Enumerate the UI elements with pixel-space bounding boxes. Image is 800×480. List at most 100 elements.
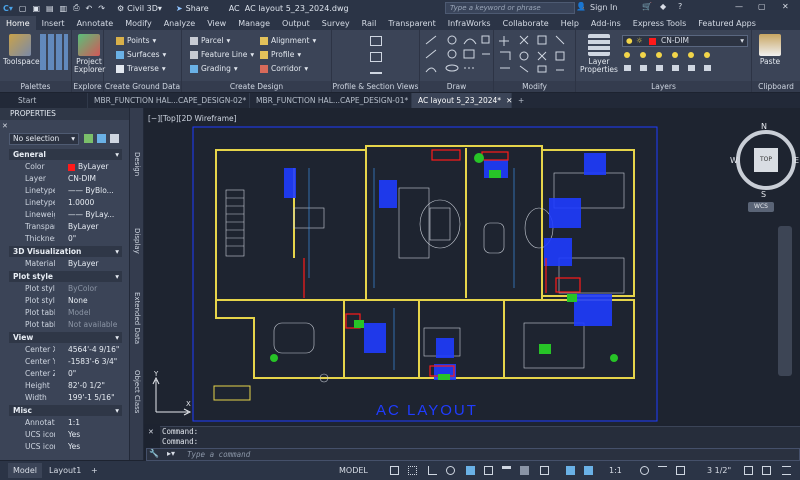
traverse-button[interactable]: Traverse ▾ xyxy=(116,64,166,73)
section-visualization[interactable]: 3D Visualization ▾ xyxy=(9,246,122,257)
model-tab[interactable]: Model xyxy=(8,463,43,478)
tab-rail[interactable]: Rail xyxy=(356,16,383,30)
tab-analyze[interactable]: Analyze xyxy=(158,16,202,30)
property-row[interactable]: Color ByLayer xyxy=(9,161,122,173)
surfaces-button[interactable]: Surfaces ▾ xyxy=(116,50,166,59)
property-row[interactable]: Annotatio... 1:1 xyxy=(9,417,122,429)
units-readout[interactable]: 3 1/2" xyxy=(702,463,736,478)
drawing-viewport[interactable]: AC LAYOUT TOP N S E W WCS Y X xyxy=(144,108,800,424)
quick-select-icon[interactable] xyxy=(110,134,119,143)
property-row[interactable]: Layer CN-DIM xyxy=(9,173,122,185)
parcel-button[interactable]: Parcel ▾ xyxy=(190,36,230,45)
file-tab-active[interactable]: AC layout 5_23_2024* ✕ xyxy=(412,93,512,108)
navigation-bar[interactable] xyxy=(778,226,792,376)
wcs-menu[interactable]: WCS xyxy=(748,202,774,212)
layer-dropdown[interactable]: ● ☼ CN-DIM ▾ xyxy=(622,35,748,47)
osnap-icon[interactable] xyxy=(466,466,475,475)
section-view-icon[interactable] xyxy=(370,52,382,62)
tab-manage[interactable]: Manage xyxy=(232,16,276,30)
palette-icons[interactable] xyxy=(40,34,68,70)
points-button[interactable]: Points ▾ xyxy=(116,36,156,45)
polar-icon[interactable] xyxy=(446,466,455,475)
tab-modify[interactable]: Modify xyxy=(119,16,158,30)
alignment-button[interactable]: Alignment ▾ xyxy=(260,36,316,45)
tab-view[interactable]: View xyxy=(201,16,232,30)
property-row[interactable]: Material ByLayer xyxy=(9,258,122,270)
minimize-icon[interactable]: — xyxy=(735,2,743,11)
property-row[interactable]: Plot style... None xyxy=(9,295,122,307)
plus-icon[interactable] xyxy=(658,466,667,475)
snap-icon[interactable] xyxy=(408,466,417,475)
feature-line-button[interactable]: Feature Line ▾ xyxy=(190,50,254,59)
layer-tool-icons[interactable] xyxy=(622,50,748,76)
file-tab[interactable]: Start xyxy=(0,93,88,108)
lineweight-icon[interactable] xyxy=(502,466,511,475)
tab-add-ins[interactable]: Add-ins xyxy=(585,16,627,30)
tab-featured-apps[interactable]: Featured Apps xyxy=(692,16,762,30)
tab-output[interactable]: Output xyxy=(276,16,316,30)
new-tab-button[interactable]: + xyxy=(512,93,530,108)
property-row[interactable]: Center X 4564'-4 9/16" xyxy=(9,344,122,356)
tab-collaborate[interactable]: Collaborate xyxy=(497,16,555,30)
otrack-icon[interactable] xyxy=(484,466,493,475)
tab-survey[interactable]: Survey xyxy=(316,16,356,30)
layout1-tab[interactable]: Layout1 xyxy=(44,463,86,478)
side-tab-object-class[interactable]: Object Class xyxy=(133,370,141,413)
transparency-icon[interactable] xyxy=(520,466,529,475)
tab-transparent[interactable]: Transparent xyxy=(382,16,441,30)
workspace-dropdown[interactable]: ⚙ Civil 3D ▾ xyxy=(114,0,165,16)
command-line[interactable]: 🔧 ▸▾ Type a command xyxy=(146,448,800,461)
side-tab-display[interactable]: Display xyxy=(133,228,141,254)
model-space-toggle[interactable]: MODEL xyxy=(334,463,373,478)
section-misc[interactable]: Misc ▾ xyxy=(9,405,122,416)
property-row[interactable]: Plot style ByColor xyxy=(9,283,122,295)
undo-icon[interactable]: ↶ xyxy=(83,0,96,16)
command-options-icon[interactable]: 🔧 xyxy=(149,449,159,458)
viewcube-top-face[interactable]: TOP xyxy=(754,148,778,172)
toolspace-button[interactable]: Toolspace xyxy=(3,34,40,66)
property-row[interactable]: UCS icon... Yes xyxy=(9,441,122,453)
grid-icon[interactable] xyxy=(390,466,399,475)
profile-button[interactable]: Profile ▾ xyxy=(260,50,301,59)
viewcube[interactable]: TOP xyxy=(736,130,796,190)
project-explorer-button[interactable]: Project Explorer xyxy=(74,34,105,74)
section-view[interactable]: View ▾ xyxy=(9,332,122,343)
plot-icon[interactable]: ⎙ xyxy=(70,0,82,16)
maximize-icon[interactable]: ▢ xyxy=(758,2,766,11)
quick-properties-icon[interactable] xyxy=(744,466,753,475)
user-icon[interactable]: 👤 xyxy=(576,2,586,11)
corridor-button[interactable]: Corridor ▾ xyxy=(260,64,308,73)
add-layout-button[interactable]: + xyxy=(86,463,103,478)
saveas-icon[interactable]: ▥ xyxy=(57,0,71,16)
property-row[interactable]: Linetype —— ByBlo... xyxy=(9,185,122,197)
customization-icon[interactable] xyxy=(782,466,791,475)
modify-tool-icons[interactable] xyxy=(498,34,572,76)
annotation-scale[interactable]: 1:1 xyxy=(604,463,627,478)
side-tab-extended-data[interactable]: Extended Data xyxy=(133,292,141,344)
property-row[interactable]: Thickness 0" xyxy=(9,233,122,245)
property-row[interactable]: Plot table... Model xyxy=(9,307,122,319)
property-row[interactable]: UCS icon... Yes xyxy=(9,429,122,441)
property-row[interactable]: Plot table... Not available xyxy=(9,319,122,331)
command-close-icon[interactable]: ✕ xyxy=(148,428,154,436)
new-icon[interactable]: ▢ xyxy=(16,0,30,16)
layer-properties-button[interactable]: Layer Properties xyxy=(580,34,618,74)
selection-cycling-icon[interactable] xyxy=(540,466,549,475)
property-row[interactable]: Width 199'-1 5/16" xyxy=(9,392,122,404)
gear-icon[interactable] xyxy=(640,466,649,475)
annotation-visibility-icon[interactable] xyxy=(566,466,575,475)
profile-view-icon[interactable] xyxy=(370,36,382,46)
property-row[interactable]: Lineweight —— ByLay... xyxy=(9,209,122,221)
tab-help[interactable]: Help xyxy=(555,16,585,30)
search-input[interactable]: Type a keyword or phrase xyxy=(445,2,575,14)
property-row[interactable]: Center Y -1583'-6 3/4" xyxy=(9,356,122,368)
section-plot-style[interactable]: Plot style ▾ xyxy=(9,271,122,282)
tab-annotate[interactable]: Annotate xyxy=(71,16,120,30)
units-icon[interactable] xyxy=(676,466,685,475)
app-menu-button[interactable]: C▾ xyxy=(0,0,16,16)
auto-scale-icon[interactable] xyxy=(584,466,593,475)
clean-screen-icon[interactable] xyxy=(762,466,771,475)
toggle-pickadd-icon[interactable] xyxy=(84,134,93,143)
property-row[interactable]: Height 82'-0 1/2" xyxy=(9,380,122,392)
select-objects-icon[interactable] xyxy=(97,134,106,143)
